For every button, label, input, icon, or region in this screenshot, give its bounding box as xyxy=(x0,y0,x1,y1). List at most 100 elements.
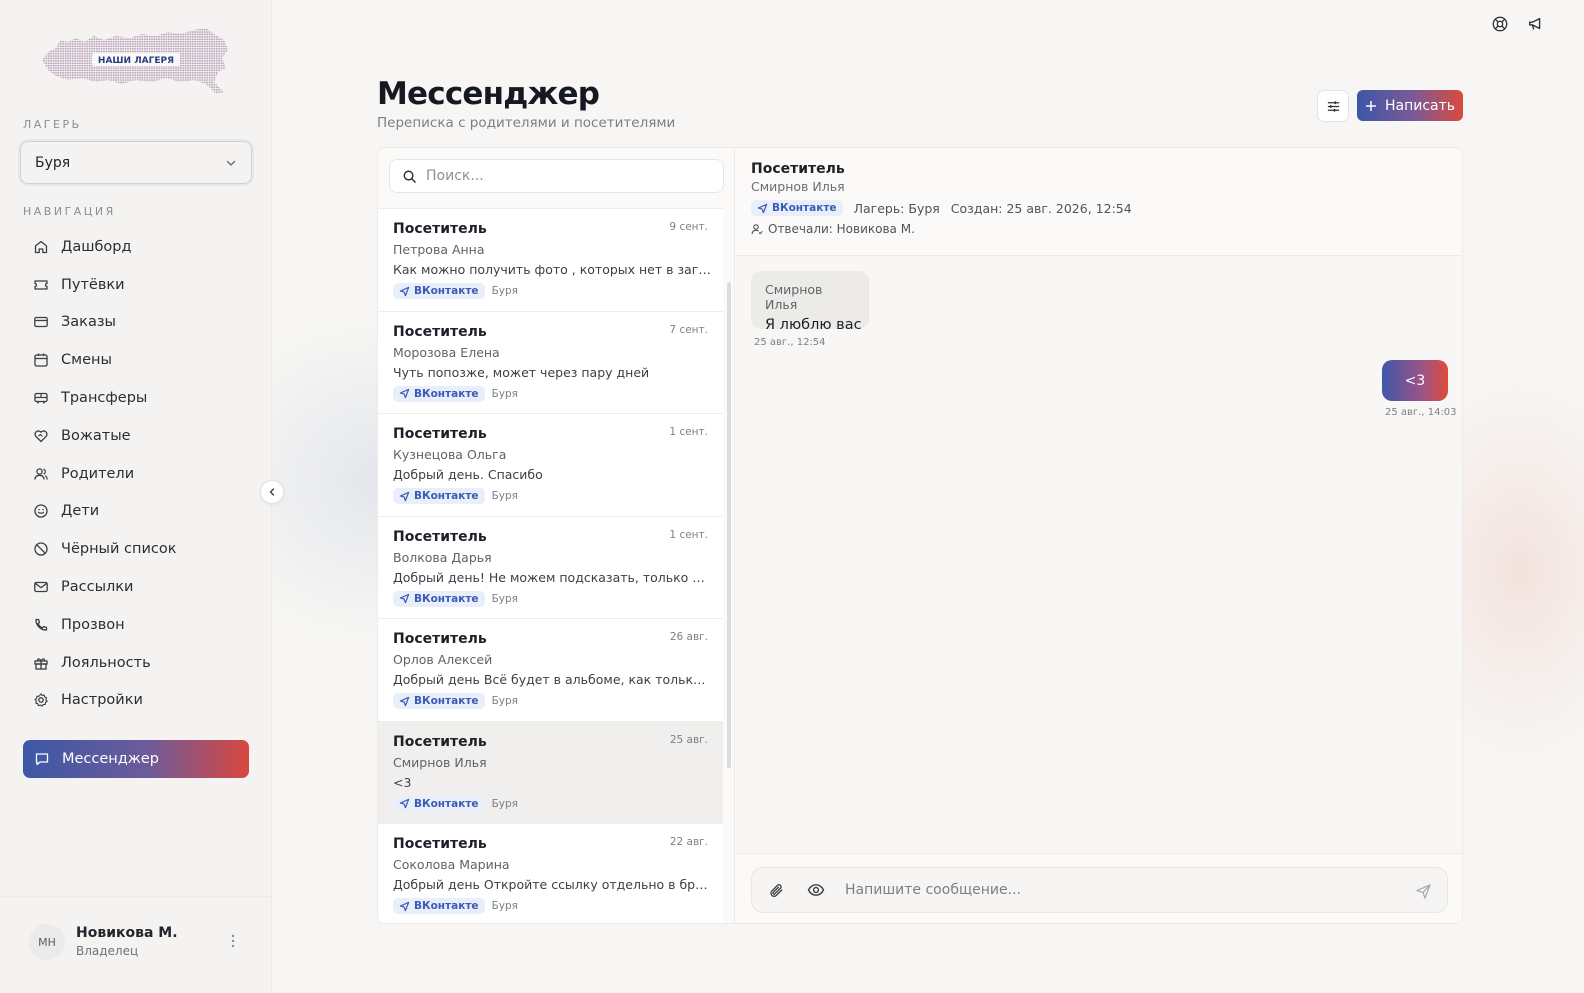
sidebar-item-settings[interactable]: Настройки xyxy=(23,682,249,720)
sidebar-item-messenger[interactable]: Мессенджер xyxy=(23,740,249,778)
channel-label: ВКонтакте xyxy=(414,285,479,297)
message-time: 25 авг., 14:03 xyxy=(1385,407,1457,418)
search-input[interactable]: Поиск... xyxy=(426,168,484,184)
conversation-contact: Кузнецова Ольга xyxy=(393,447,507,462)
filter-button[interactable] xyxy=(1317,90,1349,122)
sidebar-item-label: Настройки xyxy=(61,692,143,709)
chat-created: Создан: 25 авг. 2026, 12:54 xyxy=(950,200,1132,216)
sidebar-item-calls[interactable]: Прозвон xyxy=(23,606,249,644)
home-icon xyxy=(34,240,48,254)
sidebar-item-label: Чёрный список xyxy=(61,541,177,558)
help-icon[interactable] xyxy=(1490,14,1510,34)
write-button[interactable]: Написать xyxy=(1357,90,1463,121)
conversation-list[interactable]: Посетитель 9 сент. Петрова Анна Как можн… xyxy=(378,208,723,923)
camp-tag: Буря xyxy=(491,387,518,400)
eye-icon[interactable] xyxy=(806,880,826,900)
sidebar-item-counselors[interactable]: Вожатые xyxy=(23,417,249,455)
user-role: Владелец xyxy=(76,944,139,958)
mail-icon xyxy=(34,581,48,593)
conversation-preview: Добрый день Всё будет в альбоме, как тол… xyxy=(393,672,711,687)
chat-replied: Отвечали: Новикова М. xyxy=(751,222,915,236)
sidebar-item-shifts[interactable]: Смены xyxy=(23,341,249,379)
channel-badge: ВКонтакте xyxy=(393,898,485,914)
conversation-item[interactable]: Посетитель 22 авг. Соколова Марина Добры… xyxy=(378,824,723,923)
avatar[interactable]: МН xyxy=(29,924,65,960)
conversation-preview: Добрый день. Спасибо xyxy=(393,467,543,482)
conversation-list-scrollbar[interactable] xyxy=(727,282,731,768)
page-title: Мессенджер xyxy=(377,76,600,112)
user-name: Новикова М. xyxy=(76,925,178,941)
plus-icon xyxy=(1365,100,1376,111)
messenger-card: Поиск... Посетитель 9 сент. Петрова Анна… xyxy=(377,147,1463,924)
sidebar-item-loyalty[interactable]: Лояльность xyxy=(23,644,249,682)
sidebar-item-dashboard[interactable]: Дашборд xyxy=(23,228,249,266)
sidebar-item-mailings[interactable]: Рассылки xyxy=(23,568,249,606)
channel-label: ВКонтакте xyxy=(414,695,479,707)
message-time: 25 авг., 12:54 xyxy=(754,337,826,348)
sidebar-item-children[interactable]: Дети xyxy=(23,493,249,531)
sliders-icon xyxy=(1327,100,1339,112)
chat-title: Посетитель xyxy=(751,161,845,177)
conversation-contact: Волкова Дарья xyxy=(393,549,492,565)
chat-header: Посетитель Смирнов Илья ВКонтакте Лагерь… xyxy=(736,148,1462,256)
camp-section-label: ЛАГЕРЬ xyxy=(23,118,82,131)
svg-text:НАШИ ЛАГЕРЯ: НАШИ ЛАГЕРЯ xyxy=(98,56,174,66)
sidebar-item-parents[interactable]: Родители xyxy=(23,455,249,493)
chat-camp: Лагерь: Буря xyxy=(853,200,940,216)
sidebar-item-vouchers[interactable]: Путёвки xyxy=(23,266,249,304)
message-incoming: Смирнов Илья Я люблю вас xyxy=(751,271,869,333)
chevron-down-icon xyxy=(226,160,236,166)
conversation-item[interactable]: Посетитель 7 сент. Морозова Елена Чуть п… xyxy=(378,311,723,414)
app-logo[interactable]: НАШИ ЛАГЕРЯ xyxy=(38,26,234,98)
calendar-icon xyxy=(34,353,48,367)
conversation-date: 1 сент. xyxy=(669,528,708,541)
send-icon[interactable] xyxy=(1411,879,1435,903)
conversation-item-selected[interactable]: Посетитель 25 авг. Смирнов Илья <3 ВКонт… xyxy=(378,721,723,824)
collapse-sidebar-button[interactable] xyxy=(260,480,284,504)
conversation-item[interactable]: Посетитель 1 сент. Волкова Дарья Добрый … xyxy=(378,516,723,619)
conversation-item[interactable]: Посетитель 9 сент. Петрова Анна Как можн… xyxy=(378,209,723,312)
search-field[interactable]: Поиск... xyxy=(389,159,724,193)
conversation-contact: Морозова Елена xyxy=(393,344,500,360)
more-vertical-icon[interactable] xyxy=(226,931,240,951)
camp-select-value: Буря xyxy=(35,154,71,171)
sidebar-item-label: Лояльность xyxy=(61,654,151,671)
sidebar-item-blacklist[interactable]: Чёрный список xyxy=(23,530,249,568)
gear-icon xyxy=(34,693,48,708)
send-icon xyxy=(399,901,410,911)
conversation-title: Посетитель xyxy=(393,323,487,340)
message-input[interactable] xyxy=(845,882,1385,898)
chat-contact-name: Смирнов Илья xyxy=(751,179,845,194)
message-sender: Смирнов Илья xyxy=(765,282,823,312)
conversation-preview: Добрый день! Не можем подсказать, только… xyxy=(393,569,711,585)
camp-tag: Буря xyxy=(491,490,518,502)
sidebar-item-label: Родители xyxy=(61,465,135,482)
conversation-item[interactable]: Посетитель 26 авг. Орлов Алексей Добрый … xyxy=(378,619,723,722)
paperclip-icon[interactable] xyxy=(766,880,786,900)
channel-label: ВКонтакте xyxy=(414,592,479,605)
sidebar-item-transfers[interactable]: Трансферы xyxy=(23,379,249,417)
conversation-title: Посетитель xyxy=(393,631,487,647)
camp-select[interactable]: Буря xyxy=(20,141,252,184)
smile-icon xyxy=(34,504,48,519)
send-icon xyxy=(399,286,410,296)
sidebar: НАШИ ЛАГЕРЯ ЛАГЕРЬ Буря НАВИГАЦИЯ Дашбор… xyxy=(0,0,272,993)
sidebar-item-label: Мессенджер xyxy=(62,751,159,767)
conversation-date: 26 авг. xyxy=(669,631,708,643)
camp-tag: Буря xyxy=(491,695,518,707)
channel-label: ВКонтакте xyxy=(414,797,479,810)
chat-meta: ВКонтакте Лагерь: Буря Создан: 25 авг. 2… xyxy=(751,200,1132,216)
camp-tag: Буря xyxy=(491,592,518,605)
message-text: <3 xyxy=(1404,372,1426,389)
conversation-item[interactable]: Посетитель 1 сент. Кузнецова Ольга Добры… xyxy=(378,414,723,517)
sidebar-item-orders[interactable]: Заказы xyxy=(23,304,249,342)
chat-replied-text: Отвечали: Новикова М. xyxy=(768,222,915,236)
sidebar-item-label: Прозвон xyxy=(61,616,125,633)
conversation-title: Посетитель xyxy=(393,221,487,237)
send-icon xyxy=(399,388,410,399)
channel-badge: ВКонтакте xyxy=(393,488,485,504)
sidebar-item-label: Смены xyxy=(61,352,112,369)
megaphone-icon[interactable] xyxy=(1526,14,1546,34)
send-icon xyxy=(399,798,410,809)
send-icon xyxy=(399,593,410,604)
